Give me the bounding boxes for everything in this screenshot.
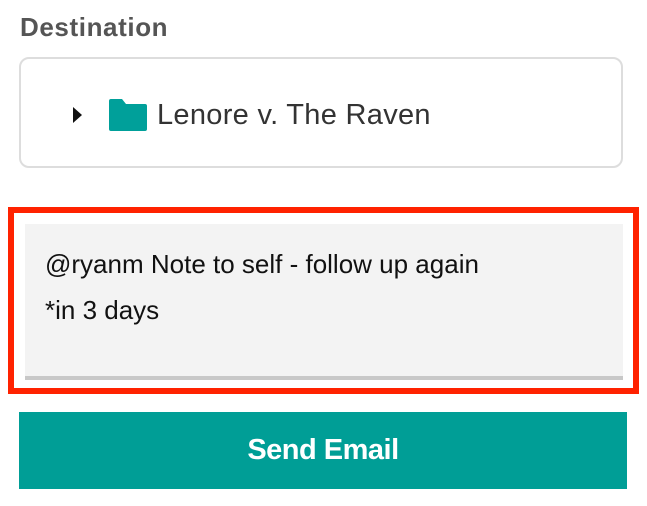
folder-name: Lenore v. The Raven: [157, 98, 431, 131]
highlight-frame: @ryanm Note to self - follow up again *i…: [8, 207, 639, 394]
destination-picker: Lenore v. The Raven: [19, 57, 623, 168]
email-compose-panel: Destination Lenore v. The Raven @ryanm N…: [0, 0, 647, 506]
folder-icon: [109, 99, 147, 131]
send-email-button[interactable]: Send Email: [19, 412, 627, 489]
note-textarea[interactable]: @ryanm Note to self - follow up again *i…: [25, 224, 623, 380]
caret-right-icon[interactable]: [73, 107, 82, 123]
folder-tree-item[interactable]: Lenore v. The Raven: [73, 95, 431, 135]
destination-label: Destination: [20, 12, 169, 42]
